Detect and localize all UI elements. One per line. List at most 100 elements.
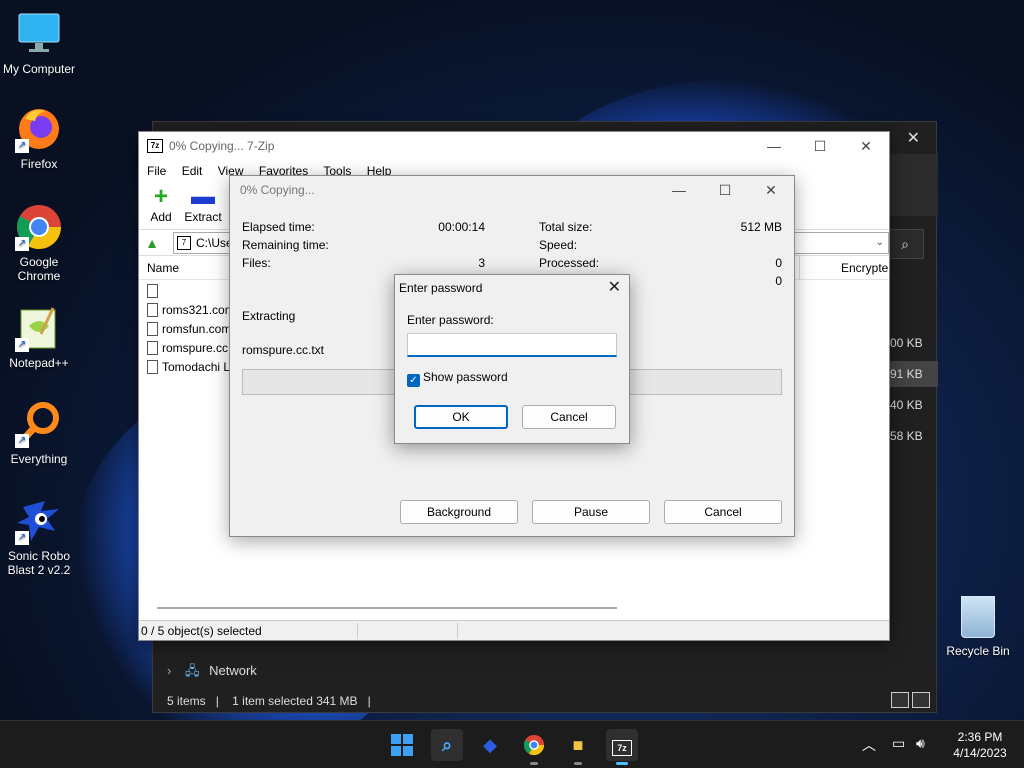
magnifier-icon: ⌕ bbox=[441, 735, 453, 755]
clock-date: 4/14/2023 bbox=[953, 746, 1007, 760]
desktop-icon-label: Everything bbox=[10, 452, 68, 466]
taskbar-chrome[interactable] bbox=[518, 729, 550, 765]
close-icon[interactable]: ✕ bbox=[748, 176, 794, 204]
chrome-icon bbox=[523, 734, 545, 756]
files-value: 3 bbox=[478, 256, 485, 270]
details-view-icon[interactable] bbox=[891, 692, 909, 708]
tool-label: Add bbox=[150, 210, 172, 224]
speed-label: Speed: bbox=[539, 238, 578, 252]
folder-up-icon[interactable]: ▲ bbox=[143, 234, 161, 252]
explorer-status-bar: 5 items | 1 item selected 341 MB | bbox=[167, 694, 381, 708]
file-icon bbox=[147, 284, 158, 298]
desktop-icon-label: Sonic Robo Blast 2 v2.2 bbox=[7, 549, 71, 577]
processed-value: 0 bbox=[775, 256, 782, 270]
elapsed-value: 00:00:14 bbox=[438, 220, 485, 234]
column-encrypted[interactable]: Encrypte bbox=[841, 261, 888, 275]
add-button[interactable]: + Add bbox=[139, 183, 183, 225]
folder-icon: ■ bbox=[572, 735, 584, 755]
list-item[interactable]: Tomodachi L bbox=[147, 358, 233, 377]
extract-button[interactable]: ▬ Extract bbox=[181, 184, 225, 225]
desktop-icon-my-computer[interactable]: My Computer bbox=[1, 10, 77, 76]
compressed-value: 0 bbox=[775, 274, 782, 288]
file-size: 40 KB bbox=[890, 398, 923, 412]
status-bar: 0 / 5 object(s) selected bbox=[139, 620, 889, 640]
desktop-icon-label: My Computer bbox=[2, 62, 76, 76]
status-divider bbox=[457, 623, 458, 639]
network-icon[interactable]: ▭ bbox=[892, 735, 905, 755]
horizontal-scrollbar[interactable] bbox=[157, 607, 617, 609]
tiles-view-icon[interactable] bbox=[912, 692, 930, 708]
list-item[interactable]: romspure.cc bbox=[147, 339, 233, 358]
network-icon: 🖧 bbox=[184, 663, 200, 678]
list-item[interactable]: romsfun.com bbox=[147, 320, 233, 339]
nav-item-network[interactable]: › 🖧 Network bbox=[167, 662, 257, 684]
title-bar: 7z 0% Copying... 7-Zip — ☐ ✕ bbox=[139, 132, 889, 160]
address-field-dropdown[interactable]: ⌄ bbox=[794, 232, 889, 254]
dialog-title: 0% Copying... bbox=[240, 183, 315, 197]
clock[interactable]: 2:36 PM 4/14/2023 bbox=[940, 729, 1020, 761]
clock-time: 2:36 PM bbox=[957, 730, 1003, 744]
search-icon[interactable]: ⌕ bbox=[886, 229, 924, 259]
desktop-icon-label: Notepad++ bbox=[9, 356, 69, 370]
taskbar-file-explorer[interactable]: ■ bbox=[562, 729, 594, 765]
list-item[interactable] bbox=[147, 282, 233, 301]
close-icon[interactable]: ✕ bbox=[843, 132, 889, 160]
file-size: 58 KB bbox=[890, 429, 923, 443]
file-name: romspure.cc bbox=[162, 341, 229, 355]
checkmark-icon: ✓ bbox=[407, 374, 420, 387]
list-item[interactable]: roms321.com bbox=[147, 301, 233, 320]
window-title: 0% Copying... 7-Zip bbox=[169, 139, 275, 153]
desktop-icon-recycle-bin[interactable]: Recycle Bin bbox=[940, 596, 1016, 658]
desktop-icon-notepad-plus-plus[interactable]: ↗ Notepad++ bbox=[1, 304, 77, 370]
menu-file[interactable]: File bbox=[147, 164, 166, 178]
tool-label: Extract bbox=[184, 210, 222, 224]
selection-status: 0 / 5 object(s) selected bbox=[141, 624, 262, 638]
file-size: 00 KB bbox=[890, 336, 923, 350]
address-text: C:\Use bbox=[196, 236, 233, 250]
file-name: romsfun.com bbox=[162, 322, 232, 336]
sonic-icon: ◆ bbox=[483, 735, 497, 755]
monitor-icon bbox=[15, 10, 63, 58]
maximize-icon[interactable]: ☐ bbox=[797, 132, 843, 160]
close-icon[interactable]: ✕ bbox=[907, 128, 920, 148]
column-name[interactable]: Name bbox=[147, 261, 179, 275]
selection-info: 1 item selected 341 MB bbox=[232, 694, 358, 708]
total-size-label: Total size: bbox=[539, 220, 593, 234]
size-column: 00 KB 91 KB 40 KB 58 KB bbox=[890, 332, 923, 456]
start-button[interactable] bbox=[386, 729, 418, 761]
show-password-checkbox[interactable]: ✓ Show password bbox=[407, 369, 508, 387]
background-button[interactable]: Background bbox=[400, 500, 518, 524]
taskbar-sonic[interactable]: ◆ bbox=[474, 729, 506, 761]
plus-icon: + bbox=[153, 183, 168, 210]
desktop-icon-sonic-robo-blast[interactable]: ↗ Sonic Robo Blast 2 v2.2 bbox=[1, 497, 77, 577]
volume-icon[interactable]: 🔊︎ bbox=[916, 735, 925, 755]
taskbar-7zip[interactable]: 7z bbox=[606, 729, 638, 765]
total-size-value: 512 MB bbox=[740, 220, 782, 234]
maximize-icon[interactable]: ☐ bbox=[702, 176, 748, 204]
taskbar-everything[interactable]: ⌕ bbox=[431, 729, 463, 761]
chevron-up-icon[interactable]: ︿ bbox=[862, 735, 876, 755]
cancel-button[interactable]: Cancel bbox=[522, 405, 616, 429]
minimize-icon[interactable]: — bbox=[656, 176, 702, 204]
shortcut-arrow-icon: ↗ bbox=[15, 338, 29, 352]
desktop-icon-firefox[interactable]: ↗ Firefox bbox=[1, 105, 77, 171]
desktop-icon-everything[interactable]: ↗ Everything bbox=[1, 400, 77, 466]
column-divider bbox=[799, 256, 800, 280]
file-name: Tomodachi L bbox=[162, 360, 231, 374]
shortcut-arrow-icon: ↗ bbox=[15, 237, 29, 251]
file-name: roms321.com bbox=[162, 303, 233, 317]
minimize-icon[interactable]: — bbox=[751, 132, 797, 160]
desktop-icon-chrome[interactable]: ↗ Google Chrome bbox=[1, 203, 77, 283]
item-count: 5 items bbox=[167, 694, 206, 708]
file-icon bbox=[147, 322, 158, 336]
title-bar: Enter password ✕ bbox=[395, 275, 629, 301]
file-icon bbox=[147, 303, 158, 317]
menu-edit[interactable]: Edit bbox=[182, 164, 203, 178]
ok-button[interactable]: OK bbox=[414, 405, 508, 429]
archive-icon: 7 bbox=[177, 236, 191, 250]
close-icon[interactable]: ✕ bbox=[608, 275, 621, 301]
cancel-button[interactable]: Cancel bbox=[664, 500, 782, 524]
processed-label: Processed: bbox=[539, 256, 600, 270]
pause-button[interactable]: Pause bbox=[532, 500, 650, 524]
password-input[interactable] bbox=[407, 333, 617, 357]
